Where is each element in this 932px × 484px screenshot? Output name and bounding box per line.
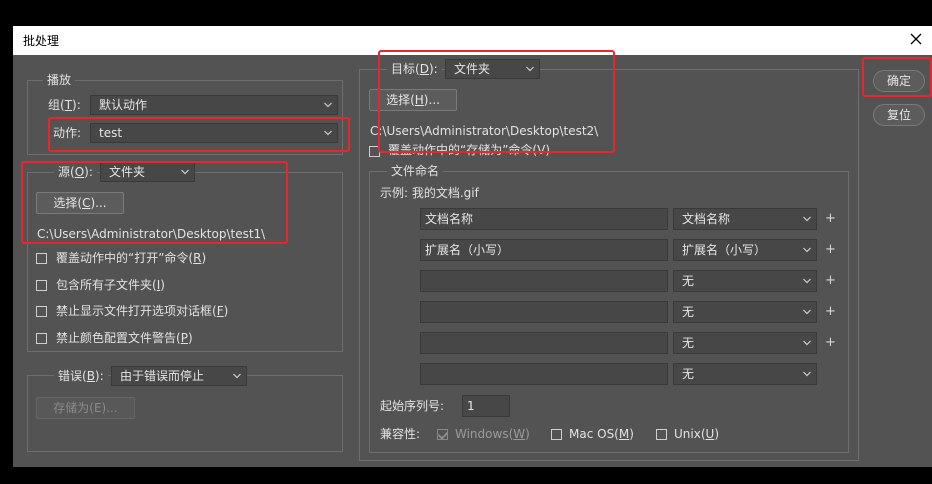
serial-input[interactable]: 1 bbox=[462, 395, 510, 417]
group-label: 组(T): bbox=[48, 98, 81, 112]
naming-field-select[interactable]: 扩展名（小写） bbox=[673, 239, 817, 261]
naming-field-input[interactable]: 扩展名（小写） bbox=[420, 239, 668, 261]
group-select[interactable]: 默认动作 bbox=[90, 95, 338, 115]
compat-checkbox[interactable] bbox=[437, 429, 448, 440]
source-option-label: 包含所有子文件夹(I) bbox=[56, 278, 165, 292]
play-legend: 播放 bbox=[43, 72, 76, 88]
source-option-checkbox[interactable] bbox=[36, 306, 47, 317]
add-row-button[interactable]: + bbox=[825, 274, 836, 288]
naming-example: 示例: 我的文档.gif bbox=[380, 186, 479, 200]
chevron-down-icon bbox=[233, 373, 241, 379]
compat-label: 兼容性: bbox=[380, 427, 421, 441]
source-option-checkbox[interactable] bbox=[36, 280, 47, 291]
serial-label: 起始序列号: bbox=[380, 399, 445, 413]
compat-label-item: Mac OS(M) bbox=[569, 427, 634, 441]
compat-checkbox[interactable] bbox=[551, 429, 562, 440]
highlight-box bbox=[378, 50, 615, 153]
chevron-down-icon bbox=[803, 340, 811, 346]
save-as-button[interactable]: 存储为(E)... bbox=[36, 397, 135, 419]
highlight-box bbox=[48, 117, 350, 152]
highlight-box bbox=[21, 161, 288, 244]
naming-field-input[interactable] bbox=[420, 301, 668, 323]
chevron-down-icon bbox=[803, 371, 811, 377]
naming-field-input[interactable] bbox=[420, 363, 668, 385]
naming-field-select[interactable]: 无 bbox=[673, 301, 817, 323]
chevron-down-icon bbox=[803, 278, 811, 284]
compat-checkbox[interactable] bbox=[656, 429, 667, 440]
source-option-checkbox[interactable] bbox=[36, 333, 47, 344]
compat-label-item: Unix(U) bbox=[674, 427, 719, 441]
source-option-label: 禁止颜色配置文件警告(P) bbox=[56, 331, 193, 345]
add-row-button[interactable]: + bbox=[825, 243, 836, 257]
naming-field-input[interactable] bbox=[420, 332, 668, 354]
source-option-label: 覆盖动作中的“打开”命令(R) bbox=[56, 251, 207, 265]
errors-select[interactable]: 由于错误而停止 bbox=[111, 366, 247, 386]
reset-button[interactable]: 复位 bbox=[873, 104, 925, 126]
naming-field-input[interactable] bbox=[420, 270, 668, 292]
naming-field-input[interactable]: 文档名称 bbox=[420, 208, 668, 230]
chevron-down-icon bbox=[803, 216, 811, 222]
chevron-down-icon bbox=[803, 309, 811, 315]
errors-label: 错误(B): bbox=[54, 368, 108, 384]
naming-field-select[interactable]: 无 bbox=[673, 332, 817, 354]
add-row-button[interactable]: + bbox=[825, 305, 836, 319]
chevron-down-icon bbox=[324, 102, 332, 108]
source-option-checkbox[interactable] bbox=[36, 253, 47, 264]
compat-label-item: Windows(W) bbox=[455, 427, 530, 441]
add-row-button[interactable]: + bbox=[825, 336, 836, 350]
source-option-label: 禁止显示文件打开选项对话框(F) bbox=[56, 304, 229, 318]
naming-field-select[interactable]: 无 bbox=[673, 270, 817, 292]
file-naming-legend: 文件命名 bbox=[387, 163, 444, 179]
close-icon[interactable] bbox=[906, 28, 926, 50]
add-row-button[interactable]: + bbox=[825, 212, 836, 226]
highlight-box bbox=[862, 57, 932, 97]
dialog-title: 批处理 bbox=[23, 34, 60, 48]
chevron-down-icon bbox=[803, 247, 811, 253]
naming-field-select[interactable]: 无 bbox=[673, 363, 817, 385]
naming-field-select[interactable]: 文档名称 bbox=[673, 208, 817, 230]
